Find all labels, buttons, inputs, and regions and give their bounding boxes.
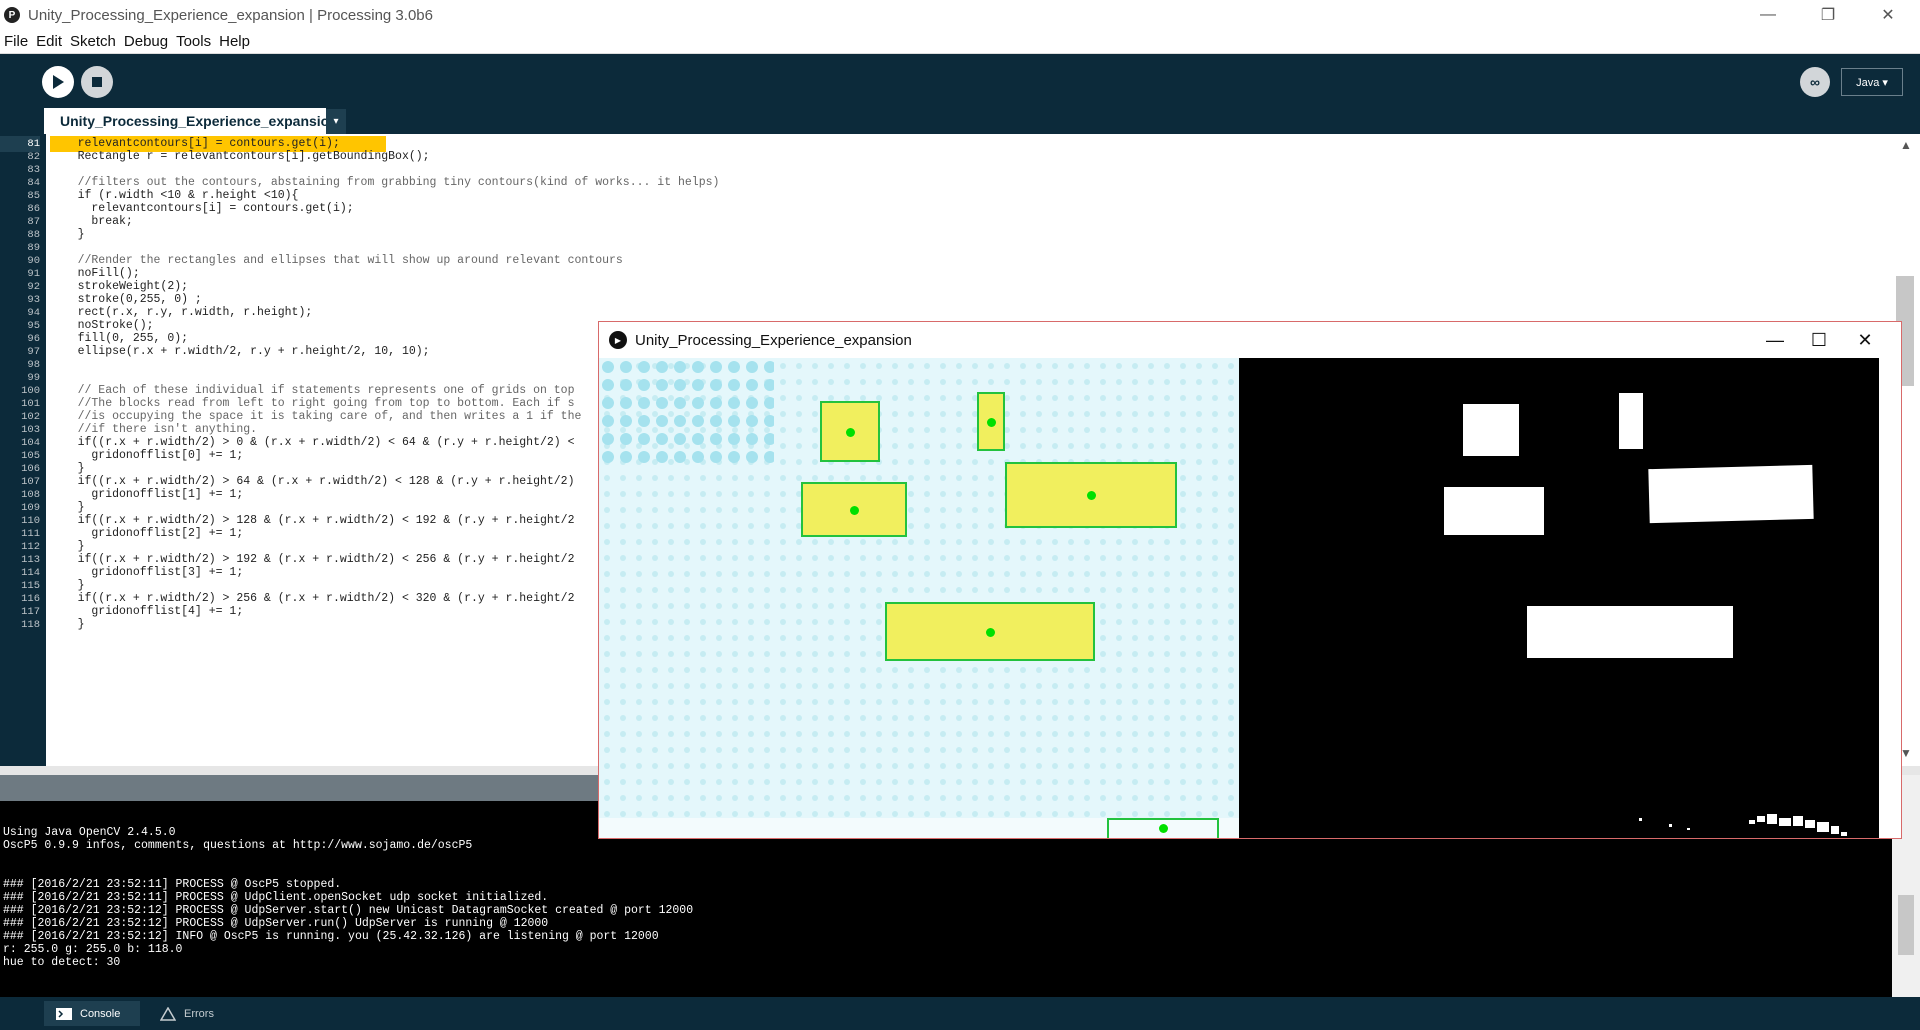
- menu-debug[interactable]: Debug: [120, 33, 172, 50]
- terminal-icon: [56, 1007, 72, 1020]
- processing-logo-icon: P: [4, 7, 20, 23]
- debugger-button[interactable]: ∞: [1800, 67, 1830, 97]
- close-button[interactable]: ✕: [1860, 0, 1916, 30]
- menu-help[interactable]: Help: [215, 33, 254, 50]
- stop-icon: [92, 77, 102, 87]
- mask-blob: [1619, 393, 1643, 449]
- console-line: OscP5 0.9.9 infos, comments, questions a…: [3, 839, 473, 852]
- menu-file[interactable]: File: [0, 33, 32, 50]
- detection-box: [801, 482, 907, 537]
- code-line: }: [50, 228, 85, 241]
- line-number-gutter: 81 82 83 84 85 86 87 88 89 90 91 92 93 94 95 96 97 98 99 10…: [0, 134, 46, 766]
- detection-centroid: [1159, 824, 1168, 833]
- window-title: Unity_Processing_Experience_expansion | …: [28, 6, 433, 24]
- detection-box: [1005, 462, 1177, 528]
- line-number: 118: [21, 619, 40, 631]
- stop-button[interactable]: [81, 66, 113, 98]
- code-line: ellipse(r.x + r.width/2, r.y + r.height/…: [50, 345, 430, 358]
- debugger-icon: ∞: [1810, 74, 1820, 90]
- detection-box: [820, 401, 880, 462]
- detection-centroid: [986, 628, 995, 637]
- mask-blob: [1463, 404, 1519, 456]
- tab-sketch[interactable]: Unity_Processing_Experience_expansion: [44, 108, 338, 134]
- detection-centroid: [987, 418, 996, 427]
- sketch-output-window[interactable]: ▶ Unity_Processing_Experience_expansion …: [598, 321, 1902, 839]
- scroll-up-icon[interactable]: ▲: [1900, 138, 1912, 152]
- sketch-close-button[interactable]: ✕: [1837, 322, 1893, 358]
- camera-texture: [599, 358, 1239, 838]
- menu-tools[interactable]: Tools: [172, 33, 215, 50]
- run-button[interactable]: [42, 66, 74, 98]
- warning-icon: [160, 1006, 176, 1021]
- minimize-button[interactable]: —: [1740, 0, 1796, 30]
- menu-bar: File Edit Sketch Debug Tools Help: [0, 30, 1920, 54]
- mask-blob: [1527, 606, 1733, 658]
- detection-centroid: [1087, 491, 1096, 500]
- footer-bar: Console Errors: [0, 997, 1920, 1030]
- detection-centroid: [846, 428, 855, 437]
- window-titlebar: P Unity_Processing_Experience_expansion …: [0, 0, 1920, 30]
- tab-console-label: Console: [80, 1007, 121, 1020]
- tab-errors[interactable]: Errors: [160, 1001, 250, 1026]
- mode-selector[interactable]: Java ▾: [1841, 68, 1903, 96]
- tab-errors-label: Errors: [184, 1007, 214, 1020]
- menu-edit[interactable]: Edit: [32, 33, 66, 50]
- detection-centroid: [850, 506, 859, 515]
- sketch-window-titlebar: ▶ Unity_Processing_Experience_expansion: [599, 322, 1901, 358]
- console-scroll-thumb[interactable]: [1898, 895, 1914, 955]
- camera-feed-view: [599, 358, 1239, 838]
- menu-sketch[interactable]: Sketch: [66, 33, 120, 50]
- detection-box: [977, 392, 1005, 451]
- processing-run-icon: ▶: [609, 331, 627, 349]
- sketch-window-title: Unity_Processing_Experience_expansion: [635, 331, 912, 349]
- console-line: hue to detect: 30: [3, 956, 121, 969]
- threshold-mask-view: [1239, 358, 1879, 838]
- play-icon: [53, 75, 64, 89]
- detection-box: [1107, 818, 1219, 838]
- tab-console[interactable]: Console: [44, 1001, 140, 1026]
- mask-blob: [1648, 464, 1814, 524]
- mask-blob: [1444, 487, 1544, 535]
- restore-button[interactable]: ❐: [1800, 0, 1856, 30]
- code-line: }: [50, 618, 85, 631]
- tab-menu-button[interactable]: ▾: [326, 109, 346, 134]
- code-line: Rectangle r = relevantcontours[i].getBou…: [50, 150, 430, 163]
- mask-noise: [1639, 814, 1847, 836]
- toolbar: ∞ Java ▾ Unity_Processing_Experience_exp…: [0, 54, 1920, 134]
- detection-box: [885, 602, 1095, 661]
